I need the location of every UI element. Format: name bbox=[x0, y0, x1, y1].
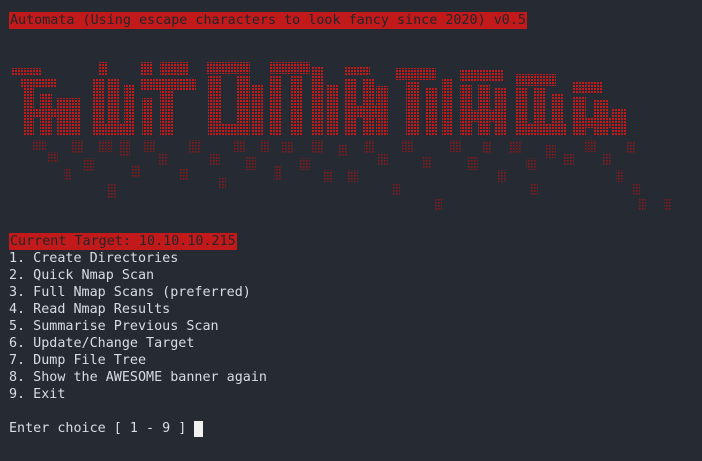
menu-item-quick-nmap-scan: 2. Quick Nmap Scan bbox=[9, 268, 155, 283]
menu-item-read-nmap-results: 4. Read Nmap Results bbox=[9, 302, 171, 317]
menu-item-dump-file-tree: 7. Dump File Tree bbox=[9, 353, 147, 368]
menu-item-update-change-target: 6. Update/Change Target bbox=[9, 336, 195, 351]
choice-prompt[interactable]: Enter choice [ 1 - 9 ] bbox=[9, 420, 204, 437]
menu-item-summarise-previous-scan: 5. Summarise Previous Scan bbox=[9, 319, 219, 334]
menu-list: 1. Create Directories 2. Quick Nmap Scan… bbox=[9, 250, 267, 403]
ascii-banner-logo bbox=[12, 62, 672, 210]
current-target-label: Current Target: 10.10.10.215 bbox=[9, 233, 237, 250]
app-header: Automata (Using escape characters to loo… bbox=[9, 12, 527, 29]
terminal-cursor[interactable] bbox=[194, 420, 204, 437]
choice-prompt-label: Enter choice [ 1 - 9 ] bbox=[9, 421, 187, 436]
terminal-window: Automata (Using escape characters to loo… bbox=[0, 0, 702, 461]
menu-item-show-banner: 8. Show the AWESOME banner again bbox=[9, 370, 267, 385]
menu-item-full-nmap-scans: 3. Full Nmap Scans (preferred) bbox=[9, 285, 251, 300]
menu-item-exit: 9. Exit bbox=[9, 387, 66, 402]
menu-item-create-directories: 1. Create Directories bbox=[9, 251, 179, 266]
